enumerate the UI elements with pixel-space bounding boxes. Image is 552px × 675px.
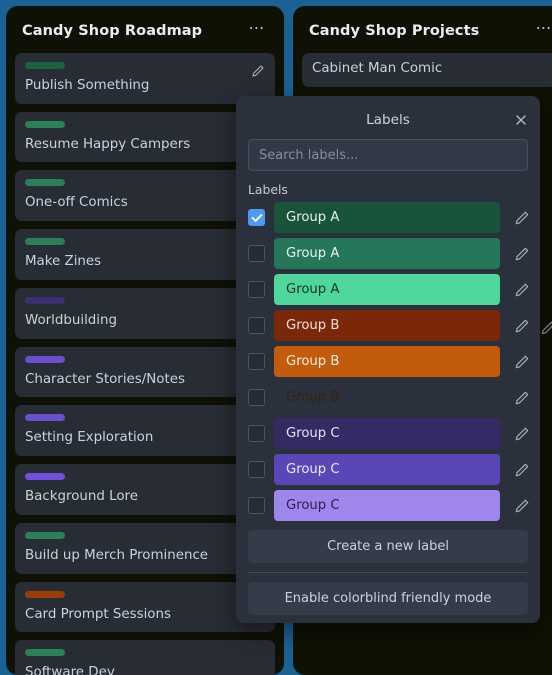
card-label-pill — [25, 179, 65, 187]
labels-dialog-title: Labels — [366, 112, 410, 128]
label-checkbox[interactable] — [248, 461, 265, 478]
label-chip[interactable]: Group B — [274, 346, 500, 377]
label-chip[interactable]: Group A — [274, 202, 500, 233]
label-checkbox[interactable] — [248, 353, 265, 370]
label-checkbox[interactable] — [248, 425, 265, 442]
label-checkbox[interactable] — [248, 497, 265, 514]
column-menu-icon[interactable]: ⋯ — [241, 20, 269, 38]
label-edit-icon[interactable] — [514, 426, 530, 442]
card[interactable]: Publish Something — [15, 53, 275, 104]
label-row: Group B — [248, 346, 530, 377]
card-label-pill — [25, 62, 65, 69]
label-rows: Group A Group A Group A Group B Group B Group… — [236, 202, 540, 521]
column-header: Candy Shop Roadmap ⋯ — [15, 6, 275, 53]
card-label-pill — [25, 473, 65, 481]
label-edit-icon[interactable] — [514, 462, 530, 478]
column-title: Candy Shop Roadmap — [22, 23, 203, 39]
label-checkbox[interactable] — [248, 281, 265, 298]
card-title: Build up Merch Prominence — [25, 547, 209, 563]
label-edit-icon[interactable] — [514, 210, 530, 226]
card-title: Resume Happy Campers — [25, 136, 191, 152]
label-chip[interactable]: Group C — [274, 490, 500, 521]
card-label-pill — [25, 590, 65, 598]
labels-section-heading: Labels — [248, 182, 288, 197]
label-checkbox[interactable] — [248, 389, 265, 406]
card-title: Setting Exploration — [25, 430, 154, 446]
label-row: Group A — [248, 238, 530, 269]
label-checkbox[interactable] — [248, 317, 265, 334]
label-edit-icon[interactable] — [514, 390, 530, 406]
label-edit-icon[interactable] — [514, 354, 530, 370]
label-row: Group C — [248, 490, 530, 521]
card-label-pill — [25, 238, 65, 246]
card-title: Publish Something — [25, 78, 150, 93]
label-chip[interactable]: Group B — [274, 382, 500, 413]
label-row: Group C — [248, 418, 530, 449]
card-title: Software Dev — [25, 665, 115, 675]
card[interactable]: Cabinet Man Comic — [302, 53, 552, 87]
column-title: Candy Shop Projects — [309, 23, 480, 39]
card-title: Card Prompt Sessions — [25, 606, 171, 622]
labels-dialog: Labels Labels Group AGroup AGroup AGroup… — [236, 96, 540, 623]
card-title: Cabinet Man Comic — [312, 61, 443, 76]
footer-divider — [248, 572, 528, 573]
label-chip[interactable]: Group C — [274, 418, 500, 449]
card-label-pill — [25, 649, 65, 657]
create-new-label-button[interactable]: Create a new label — [248, 530, 528, 563]
card-label-pill — [25, 296, 65, 304]
card-title: One-off Comics — [25, 195, 128, 211]
label-row: Group B — [248, 382, 530, 413]
enable-colorblind-mode-button[interactable]: Enable colorblind friendly mode — [248, 582, 528, 615]
card-title: Make Zines — [25, 254, 102, 270]
label-row: Group C — [248, 454, 530, 485]
label-edit-icon[interactable] — [514, 498, 530, 514]
label-row: Group A — [248, 274, 530, 305]
labels-dialog-header: Labels — [236, 104, 540, 136]
label-chip[interactable]: Group A — [274, 274, 500, 305]
labels-dialog-footer: Create a new label Enable colorblind fri… — [236, 521, 540, 615]
card-list: Cabinet Man Comic — [302, 53, 552, 87]
label-checkbox[interactable] — [248, 245, 265, 262]
card-label-pill — [25, 531, 65, 539]
label-chip[interactable]: Group B — [274, 310, 500, 341]
card-title: Worldbuilding — [25, 312, 118, 328]
label-edit-icon[interactable] — [514, 246, 530, 262]
card-label-pill — [25, 355, 65, 363]
column-menu-icon[interactable]: ⋯ — [528, 20, 552, 38]
label-row: Group A — [248, 202, 530, 233]
label-checkbox[interactable] — [248, 209, 265, 226]
column-header: Candy Shop Projects ⋯ — [302, 6, 552, 53]
edge-card-edit-icon[interactable] — [540, 320, 552, 335]
card-title: Background Lore — [25, 489, 139, 505]
card-title: Character Stories/Notes — [25, 371, 185, 387]
label-edit-icon[interactable] — [514, 318, 530, 334]
close-icon[interactable] — [513, 112, 529, 128]
search-labels-input[interactable] — [248, 139, 528, 171]
search-labels-wrap — [236, 136, 540, 171]
label-chip[interactable]: Group C — [274, 454, 500, 485]
card[interactable]: Software Dev — [15, 640, 275, 675]
card-edit-icon[interactable] — [251, 64, 265, 78]
card-label-pill — [25, 414, 65, 422]
label-edit-icon[interactable] — [514, 282, 530, 298]
card-label-pill — [25, 120, 65, 128]
label-chip[interactable]: Group A — [274, 238, 500, 269]
label-row: Group B — [248, 310, 530, 341]
